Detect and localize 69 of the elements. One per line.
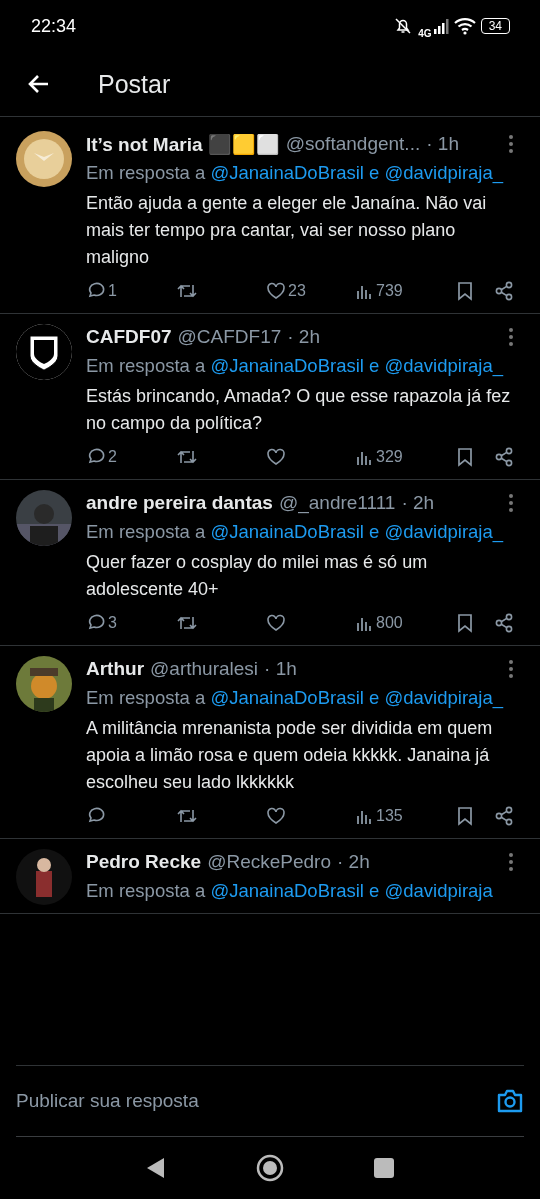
reply-text: Estás brincando, Amada? O que esse rapazola já fez no campo da política? (86, 385, 512, 435)
post-time: · 1h (264, 658, 297, 680)
share-icon[interactable] (494, 613, 514, 633)
reply-context: Em resposta a @JanainaDoBrasil e @davidpiraja_ (86, 686, 505, 711)
mention-link[interactable]: @davidpiraja_ (384, 162, 504, 183)
mention-link[interactable]: @JanainaDoBrasil (210, 521, 364, 542)
network-label: 4G (418, 27, 432, 39)
reply-text: A militância mrenanista pode ser dividida em quem apoia a limão rosa e quem odeia kkkkk. Janaina já escolheu seu lado lkkkkkk (86, 717, 494, 794)
reply-button[interactable]: 3 (86, 613, 176, 633)
reply-field[interactable]: Publicar sua resposta (16, 1090, 396, 1112)
mention-link[interactable]: @davidpiraja_ (384, 355, 504, 376)
heart-icon (266, 281, 286, 301)
camera-icon[interactable] (496, 1088, 524, 1114)
author-name: It’s not Maria ⬛🟨⬜ (86, 132, 280, 156)
share-icon[interactable] (494, 447, 514, 467)
like-button[interactable]: 23 (266, 281, 356, 301)
heart-icon (266, 806, 286, 826)
heart-icon (266, 447, 286, 467)
mention-link[interactable]: @davidpiraja_ (384, 687, 504, 708)
author-name: andre pereira dantas (86, 492, 273, 514)
reply-text: Então ajuda a gente a eleger ele Janaína. Não vai mais ter tempo pra cantar, vai ser nosso plano maligno (86, 192, 488, 269)
more-icon[interactable] (508, 852, 514, 872)
wifi-icon (453, 17, 476, 35)
reply-context: Em resposta a @JanainaDoBrasil e @davidpiraja_ (86, 520, 505, 545)
author-handle: @CAFDF17 (177, 326, 282, 348)
post-time: · 2h (401, 492, 435, 514)
reply-text: Quer fazer o cosplay do milei mas é só um adolescente 40+ (86, 551, 429, 601)
author-handle: @ReckePedro (207, 851, 331, 873)
mention-link[interactable]: @JanainaDoBrasil (210, 880, 364, 901)
bookmark-icon[interactable] (456, 806, 474, 826)
post-time: · 2h (287, 326, 320, 348)
mention-link[interactable]: @JanainaDoBrasil (210, 687, 364, 708)
author-name: Pedro Recke (86, 851, 202, 873)
author-handle: @arthuralesi (150, 658, 259, 680)
mention-link[interactable]: @JanainaDoBrasil (210, 355, 364, 376)
mention-link[interactable]: @davidpiraja_ (384, 521, 504, 542)
page-title: Postar (98, 69, 171, 99)
signal-icon (432, 18, 449, 34)
author-handle: @_andre1111 (278, 492, 396, 514)
status-time: 22:34 (31, 15, 77, 37)
author-name: Arthur (86, 658, 145, 680)
reply-context: Em resposta a @JanainaDoBrasil e @davidpiraja_ (86, 161, 505, 186)
reply-button[interactable]: 2 (86, 447, 176, 467)
more-icon[interactable] (508, 659, 514, 679)
bookmark-icon[interactable] (456, 447, 474, 467)
more-icon[interactable] (508, 327, 514, 347)
views-button[interactable]: 800 (356, 614, 436, 632)
share-icon[interactable] (494, 806, 514, 826)
post-time: · 2h (336, 851, 370, 873)
bookmark-icon[interactable] (456, 281, 474, 301)
reply-context: Em resposta a @JanainaDoBrasil e @davidpiraja_ (86, 354, 505, 379)
post-time: · 1h (426, 133, 459, 155)
more-icon[interactable] (508, 493, 514, 513)
bookmark-icon[interactable] (456, 613, 474, 633)
views-button[interactable]: 135 (356, 807, 436, 825)
more-icon[interactable] (508, 134, 514, 154)
views-button[interactable]: 329 (356, 448, 436, 466)
home-nav-icon[interactable] (256, 1154, 284, 1182)
heart-icon (266, 613, 286, 633)
battery-indicator: 34 (480, 18, 510, 34)
views-button[interactable]: 739 (356, 282, 436, 300)
share-icon[interactable] (494, 281, 514, 301)
mention-link[interactable]: @JanainaDoBrasil (210, 162, 364, 183)
back-nav-icon[interactable] (146, 1157, 166, 1179)
reply-context: Em resposta a @JanainaDoBrasil e @davidpiraja (86, 879, 494, 903)
author-name: CAFDF07 (86, 326, 172, 348)
mention-link[interactable]: @davidpiraja (384, 880, 493, 901)
author-handle: @softandgent... (285, 133, 421, 155)
reply-button[interactable]: 1 (86, 281, 176, 301)
